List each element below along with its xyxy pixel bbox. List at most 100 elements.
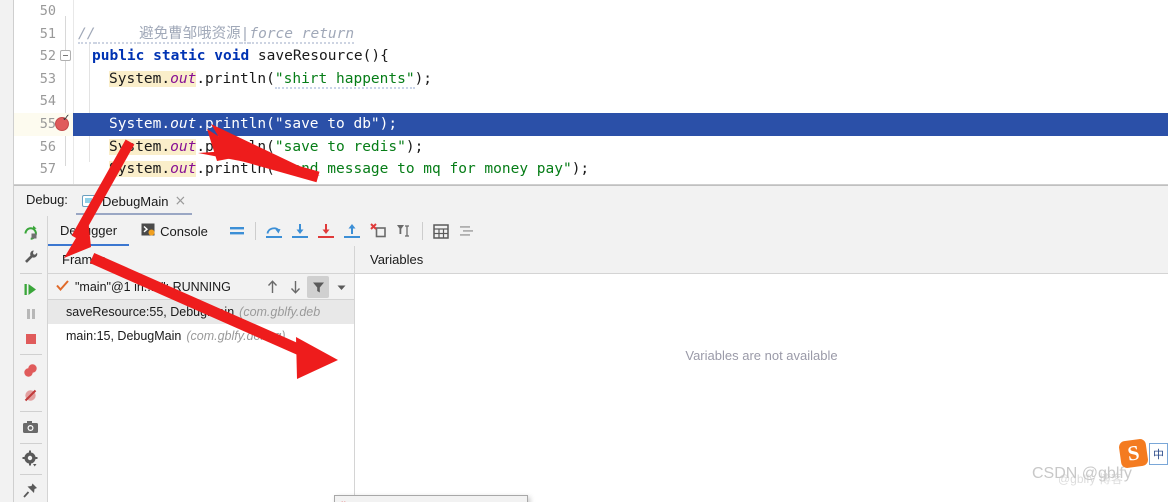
move-down-icon[interactable] [284,276,306,298]
code-line-current[interactable]: 55 ✓ System.out.println("save to db"); [14,112,1168,136]
frame-label: saveResource:55, DebugMain [66,305,235,319]
string-literal: "send message to mq for money pay" [274,161,572,178]
line-number: 56 [39,138,56,155]
move-up-icon[interactable] [261,276,283,298]
frame-list-item[interactable]: saveResource:55, DebugMain (com.gblfy.de… [48,300,354,324]
frame-list-item[interactable]: main:15, DebugMain (com.gblfy.debug) [48,324,354,348]
menu-item-drop-frame[interactable]: Drop Frame [335,498,527,502]
gear-icon[interactable] [16,446,46,471]
out-field-token: out [170,70,197,87]
settings-wrench-icon[interactable] [16,245,46,270]
toolbar-divider [19,442,42,444]
debug-session-tab-label: DebugMain [102,193,169,209]
debug-window-label: Debug: [26,192,68,207]
system-token: System. [109,138,171,155]
show-execution-point-icon[interactable] [224,218,250,244]
toolbar-divider [19,272,42,274]
code-lines: 50 51 // 避免曹邹哦资源|force return 52 public … [14,0,1168,181]
system-token: System. [109,115,171,132]
left-tool-strip: Structure Favorites [0,0,14,502]
thread-selector[interactable]: "main"@1 in...n": RUNNING [48,274,354,300]
debugger-toolbar: Debugger Console [48,216,1168,246]
force-step-into-icon[interactable] [313,218,339,244]
code-text: // 避免曹邹哦资源|force return [78,23,355,46]
ime-mode-indicator[interactable]: 中 [1149,443,1168,465]
method-name: saveResource [257,48,363,65]
layout-settings-icon[interactable] [454,218,480,244]
filter-icon[interactable] [307,276,329,298]
drop-frame-icon[interactable] [365,218,391,244]
step-into-icon[interactable] [287,218,313,244]
code-line[interactable]: 52 public static void saveResource(){ [14,45,1168,68]
println-call: .println( [196,70,275,87]
code-text: System.out.println("save to db"); [109,113,397,136]
rerun-icon[interactable] [16,220,46,245]
code-fold-toggle[interactable] [60,50,71,62]
mute-breakpoints-icon[interactable] [16,383,46,408]
thread-running-check-icon [56,278,69,296]
statement-tail: ); [379,115,398,132]
system-token: System. [109,70,171,87]
stop-icon[interactable] [16,326,46,351]
line-number: 52 [39,48,56,65]
out-field-token: out [170,115,197,132]
statement-tail: ); [405,138,424,155]
comment-slashes: // [78,25,96,44]
pin-icon[interactable] [16,478,46,502]
sogou-ime-icon[interactable]: S [1118,438,1149,469]
code-line[interactable]: 56 System.out.println("save to redis"); [14,136,1168,159]
tab-console[interactable]: Console [129,216,220,246]
code-line[interactable]: 51 // 避免曹邹哦资源|force return [14,23,1168,46]
debug-session-tab[interactable]: DebugMain × [76,189,193,215]
code-text: System.out.println("send message to mq f… [109,158,589,181]
run-to-cursor-icon[interactable] [391,218,417,244]
tab-console-label: Console [160,223,208,239]
tab-debugger[interactable]: Debugger [48,216,130,246]
toolbar-divider [19,474,42,476]
statement-tail: ); [571,161,590,178]
variables-panel-title: Variables [370,252,424,267]
println-call: .println( [196,138,275,155]
camera-icon[interactable] [16,415,46,440]
line-number: 57 [39,161,56,178]
method-tail: (){ [362,48,389,65]
code-text: System.out.println("save to redis"); [109,136,423,159]
line-number: 53 [39,70,56,87]
code-line[interactable]: 57 System.out.println("send message to m… [14,158,1168,181]
step-out-icon[interactable] [339,218,365,244]
println-call: .println( [196,115,275,132]
panels-header: Frames Variables [48,246,1168,274]
code-line[interactable]: 53 System.out.println("shirt happents"); [14,68,1168,91]
breakpoint-verified-check-icon: ✓ [62,112,71,124]
comment-english: force return [249,25,355,44]
debug-tool-window: Debug: DebugMain × Debugger Console Fram… [14,185,1168,502]
step-over-icon[interactable] [261,218,287,244]
frames-panel-title: Frames [62,252,107,267]
out-field-token: out [170,161,197,178]
code-editor[interactable]: 50 51 // 避免曹邹哦资源|force return 52 public … [14,0,1168,185]
code-text: System.out.println("shirt happents"); [109,68,432,91]
frames-controls [261,274,352,300]
frame-label: main:15, DebugMain [66,329,182,343]
statement-tail: ); [414,70,433,87]
out-field-token: out [170,138,197,155]
code-line[interactable]: 50 [14,0,1168,23]
line-number: 54 [39,93,56,110]
code-line[interactable]: 54 [14,90,1168,113]
string-literal: "shirt happents" [274,70,415,89]
console-icon [141,223,155,239]
evaluate-expression-icon[interactable] [428,218,454,244]
toolbar-divider [254,222,256,240]
view-breakpoints-icon[interactable] [16,358,46,383]
keyword-static: static [153,48,206,65]
string-literal: "save to db" [274,115,380,132]
frames-panel[interactable]: "main"@1 in...n": RUNNING saveResource:5… [48,274,354,502]
string-literal: "save to redis" [274,138,406,155]
close-icon[interactable]: × [175,194,187,208]
comment-gap [95,25,140,44]
frames-context-menu[interactable]: Drop Frame Throw Exception Force Return … [334,495,528,502]
chevron-down-icon[interactable] [330,276,352,298]
resume-program-icon[interactable] [16,277,46,302]
pause-program-icon [16,301,46,326]
keyword-public: public [92,48,145,65]
